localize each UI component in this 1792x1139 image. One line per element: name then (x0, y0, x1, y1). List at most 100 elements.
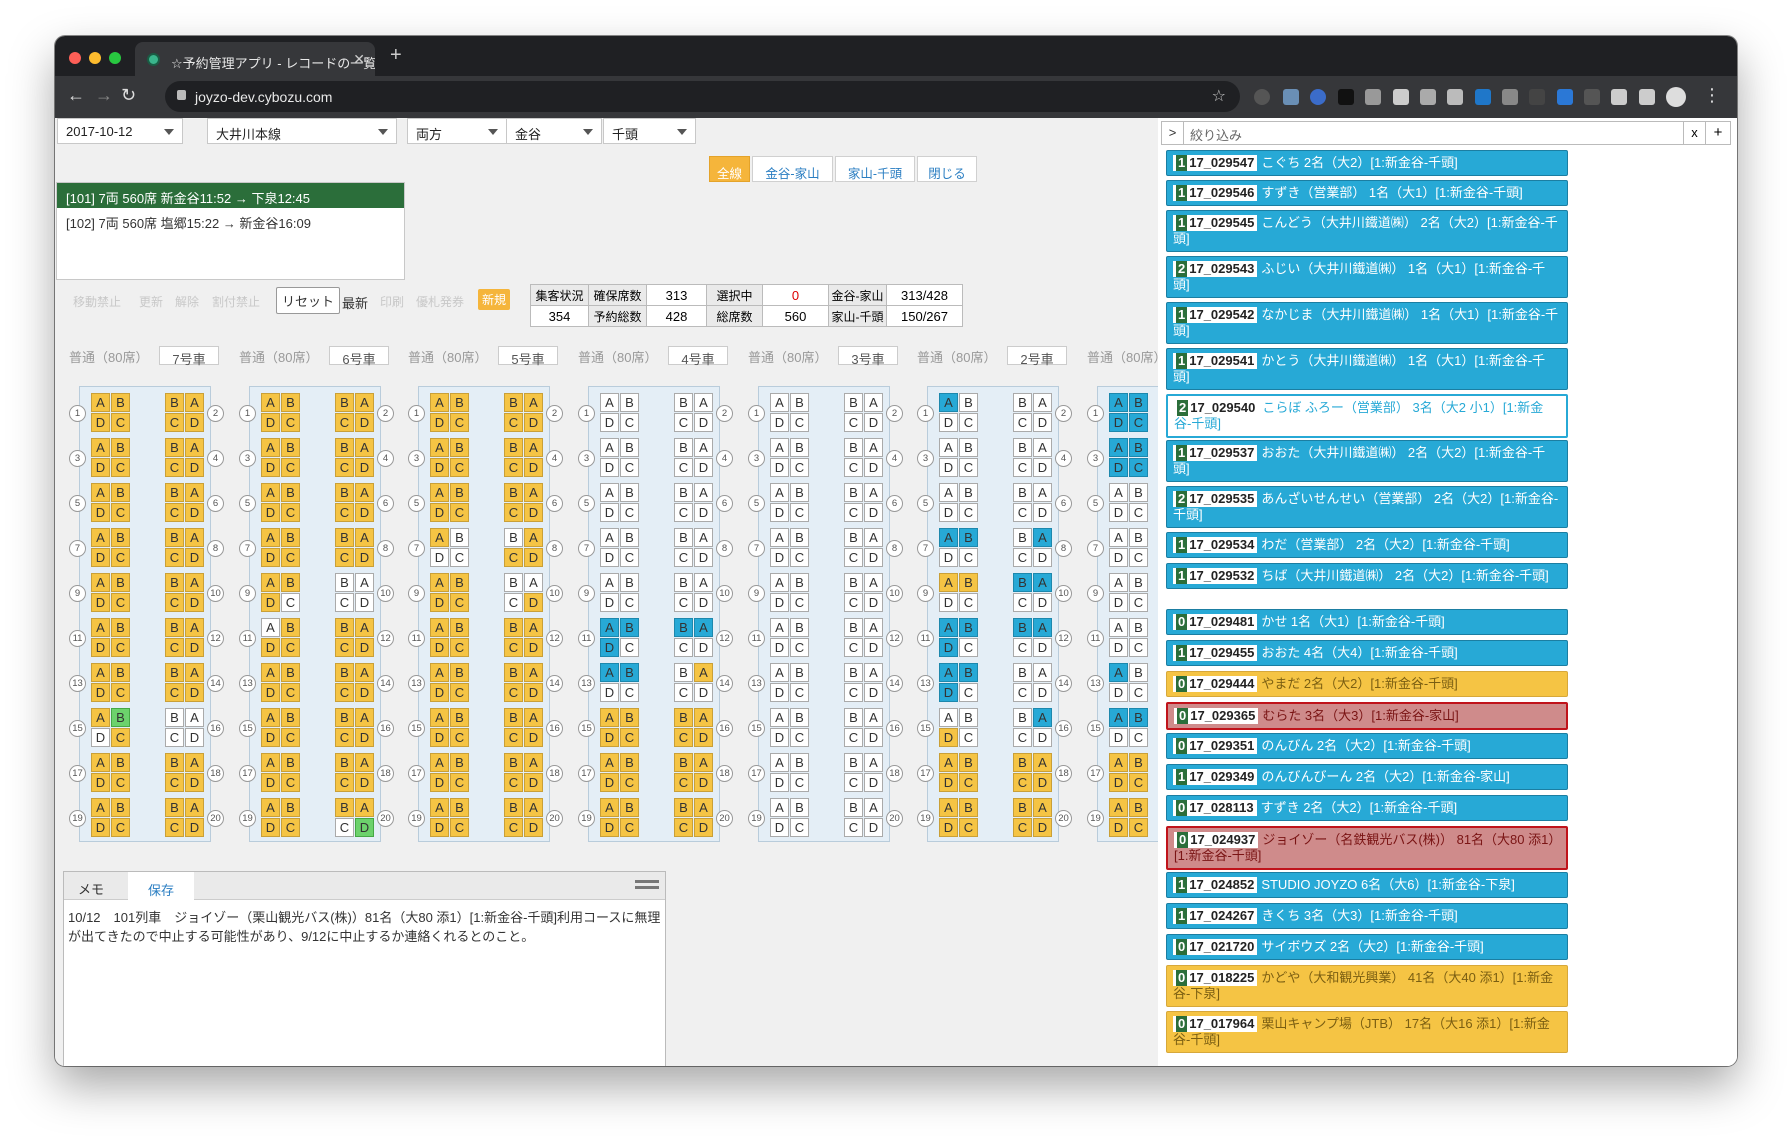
reservation-item[interactable]: 1 17_029541 かとう（大井川鐵道㈱） 1名（大1）[1:新金谷-千頭] (1166, 348, 1568, 390)
reservation-item[interactable]: 0 17_029365 むらた 3名（大3）[1:新金谷-家山] (1166, 702, 1568, 730)
seat[interactable]: A (91, 573, 110, 592)
seat[interactable]: C (674, 728, 693, 747)
seat[interactable]: C (165, 818, 184, 837)
seat[interactable]: C (620, 728, 639, 747)
seat[interactable]: C (165, 503, 184, 522)
seat[interactable]: C (281, 773, 300, 792)
seat[interactable]: D (939, 503, 958, 522)
seat[interactable]: D (430, 728, 449, 747)
seat[interactable]: D (600, 503, 619, 522)
extension-star-icon[interactable] (1584, 89, 1600, 105)
new-button[interactable]: 新規 (478, 289, 511, 310)
seat[interactable]: C (959, 773, 978, 792)
seat[interactable]: A (864, 798, 883, 817)
seat[interactable]: B (111, 393, 130, 412)
seat[interactable]: A (524, 393, 543, 412)
seat[interactable]: C (111, 548, 130, 567)
seat[interactable]: B (281, 573, 300, 592)
seat[interactable]: A (355, 438, 374, 457)
seat[interactable]: A (694, 393, 713, 412)
seat[interactable]: A (261, 798, 280, 817)
seat[interactable]: C (620, 773, 639, 792)
seat[interactable]: C (1129, 503, 1148, 522)
seat[interactable]: D (939, 728, 958, 747)
back-icon[interactable]: ← (67, 85, 85, 106)
seat[interactable]: A (185, 753, 204, 772)
seat[interactable]: A (864, 618, 883, 637)
seat[interactable]: A (939, 663, 958, 682)
seat[interactable]: C (165, 728, 184, 747)
seat[interactable]: A (694, 438, 713, 457)
reservation-item[interactable]: 2 17_029540 こらぼ ふろー（営業部） 3名（大2 小1）[1:新金谷-千… (1166, 394, 1568, 438)
seat[interactable]: B (959, 798, 978, 817)
seat[interactable]: D (91, 593, 110, 612)
seat[interactable]: A (1033, 483, 1052, 502)
seat[interactable]: A (694, 483, 713, 502)
seat[interactable]: C (959, 458, 978, 477)
seat[interactable]: D (939, 818, 958, 837)
reservation-item[interactable]: 0 17_017964 栗山キャンプ場（JTB） 17名（大16 添1）[1:新金谷… (1166, 1011, 1568, 1053)
seat[interactable]: D (1109, 728, 1128, 747)
seat[interactable]: B (959, 618, 978, 637)
seat[interactable]: A (1109, 573, 1128, 592)
seat[interactable]: C (844, 503, 863, 522)
seat[interactable]: D (600, 413, 619, 432)
seat[interactable]: A (1033, 573, 1052, 592)
seat[interactable]: A (91, 618, 110, 637)
seat[interactable]: D (430, 503, 449, 522)
reservation-item[interactable]: 0 17_029351 のんびん 2名（大2）[1:新金谷-千頭] (1166, 733, 1568, 759)
reservation-item[interactable]: 1 17_024267 きくち 3名（大3）[1:新金谷-千頭] (1166, 903, 1568, 929)
seat[interactable]: A (1109, 528, 1128, 547)
seat[interactable]: A (694, 663, 713, 682)
seat[interactable]: C (450, 503, 469, 522)
seat[interactable]: A (430, 618, 449, 637)
seat[interactable]: D (355, 593, 374, 612)
seat[interactable]: D (939, 773, 958, 792)
seat[interactable]: C (504, 413, 523, 432)
seat[interactable]: A (864, 483, 883, 502)
update-button[interactable]: 更新 (139, 293, 163, 310)
seat[interactable]: B (959, 393, 978, 412)
seat[interactable]: C (1129, 728, 1148, 747)
seat[interactable]: D (185, 728, 204, 747)
seat[interactable]: D (770, 683, 789, 702)
seat[interactable]: C (1129, 413, 1148, 432)
seat[interactable]: B (844, 528, 863, 547)
seat[interactable]: D (91, 638, 110, 657)
seat[interactable]: C (450, 548, 469, 567)
seat[interactable]: A (1033, 393, 1052, 412)
seat[interactable]: A (430, 393, 449, 412)
car-number-label[interactable]: 2号車 (1007, 346, 1067, 367)
direction-select[interactable]: 両方 (407, 118, 507, 144)
seat[interactable]: C (335, 503, 354, 522)
seat[interactable]: D (770, 818, 789, 837)
seat[interactable]: D (1109, 818, 1128, 837)
seat[interactable]: A (355, 393, 374, 412)
seat[interactable]: B (165, 438, 184, 457)
seat[interactable]: D (1033, 548, 1052, 567)
seat[interactable]: D (91, 548, 110, 567)
seat[interactable]: C (335, 458, 354, 477)
seat[interactable]: A (355, 753, 374, 772)
seat[interactable]: B (674, 753, 693, 772)
seat[interactable]: C (674, 683, 693, 702)
seat[interactable]: B (281, 528, 300, 547)
seat[interactable]: C (281, 413, 300, 432)
seat[interactable]: B (504, 393, 523, 412)
reservation-item[interactable]: 2 17_029543 ふじい（大井川鐵道㈱） 1名（大1）[1:新金谷-千頭] (1166, 256, 1568, 298)
seat[interactable]: A (770, 528, 789, 547)
seat[interactable]: A (770, 798, 789, 817)
seat[interactable]: A (91, 393, 110, 412)
seat[interactable]: A (185, 393, 204, 412)
seat[interactable]: D (939, 638, 958, 657)
seat[interactable]: C (165, 593, 184, 612)
seat[interactable]: B (844, 753, 863, 772)
seat[interactable]: B (504, 798, 523, 817)
seat[interactable]: A (91, 483, 110, 502)
seat[interactable]: C (165, 458, 184, 477)
seat[interactable]: A (91, 753, 110, 772)
seat[interactable]: C (504, 773, 523, 792)
seat[interactable]: B (504, 528, 523, 547)
seat[interactable]: D (864, 728, 883, 747)
seat[interactable]: B (620, 798, 639, 817)
